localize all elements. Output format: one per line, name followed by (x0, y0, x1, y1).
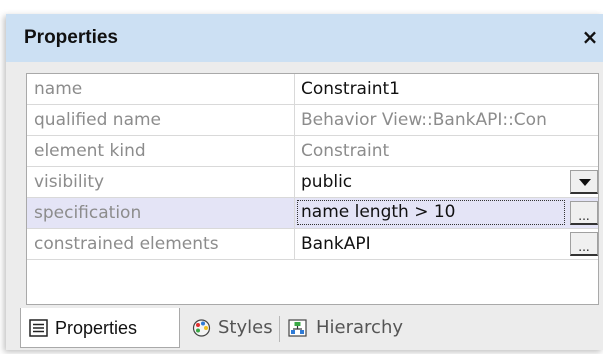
visibility-dropdown-button[interactable] (570, 170, 598, 194)
property-value[interactable]: Constraint1 (295, 74, 598, 104)
property-grid: name Constraint1 qualified name Behavior… (26, 73, 599, 305)
property-name: specification (27, 198, 295, 228)
tab-label: Properties (55, 318, 138, 338)
property-name: qualified name (27, 105, 295, 135)
property-value[interactable]: public (295, 167, 598, 197)
properties-icon (29, 319, 48, 337)
property-row-visibility[interactable]: visibility public (27, 167, 598, 198)
tab-hierarchy[interactable]: Hierarchy (286, 308, 416, 348)
visibility-value: public (301, 172, 353, 192)
tab-styles[interactable]: Styles (186, 308, 278, 348)
specification-ellipsis-button[interactable]: ... (570, 201, 598, 225)
property-value: Behavior View::BankAPI::Con (301, 110, 547, 130)
panel-tab-bar: Properties Styles Hierarchy (20, 308, 603, 350)
property-row-specification[interactable]: specification name length > 10 ... (27, 198, 598, 229)
property-row-qualified-name[interactable]: qualified name Behavior View::BankAPI::C… (27, 105, 598, 136)
close-icon[interactable]: × (579, 24, 601, 50)
property-row-constrained-elements[interactable]: constrained elements BankAPI ... (27, 229, 598, 260)
palette-icon (192, 319, 211, 337)
property-row-element-kind[interactable]: element kind Constraint (27, 136, 598, 167)
hierarchy-icon (288, 319, 307, 337)
ellipsis-label: ... (578, 209, 590, 223)
property-name: name (27, 74, 295, 104)
tab-properties[interactable]: Properties (20, 308, 180, 348)
property-name: visibility (27, 167, 295, 197)
property-name: element kind (27, 136, 295, 166)
specification-input[interactable]: name length > 10 (297, 200, 565, 225)
tab-separator (279, 316, 280, 342)
panel-title: Properties (24, 27, 118, 48)
property-name: constrained elements (27, 229, 295, 259)
constrained-elements-ellipsis-button[interactable]: ... (570, 232, 598, 256)
tab-label: Hierarchy (316, 317, 404, 338)
property-value: Constraint (301, 141, 390, 161)
panel-title-bar: Properties × (6, 14, 603, 62)
tab-label: Styles (218, 317, 273, 338)
property-value[interactable]: BankAPI (295, 229, 598, 259)
property-row-name[interactable]: name Constraint1 (27, 74, 598, 105)
dropdown-arrow-icon (579, 179, 591, 186)
properties-panel: Properties × name Constraint1 qualified … (6, 14, 603, 350)
ellipsis-label: ... (578, 240, 590, 254)
